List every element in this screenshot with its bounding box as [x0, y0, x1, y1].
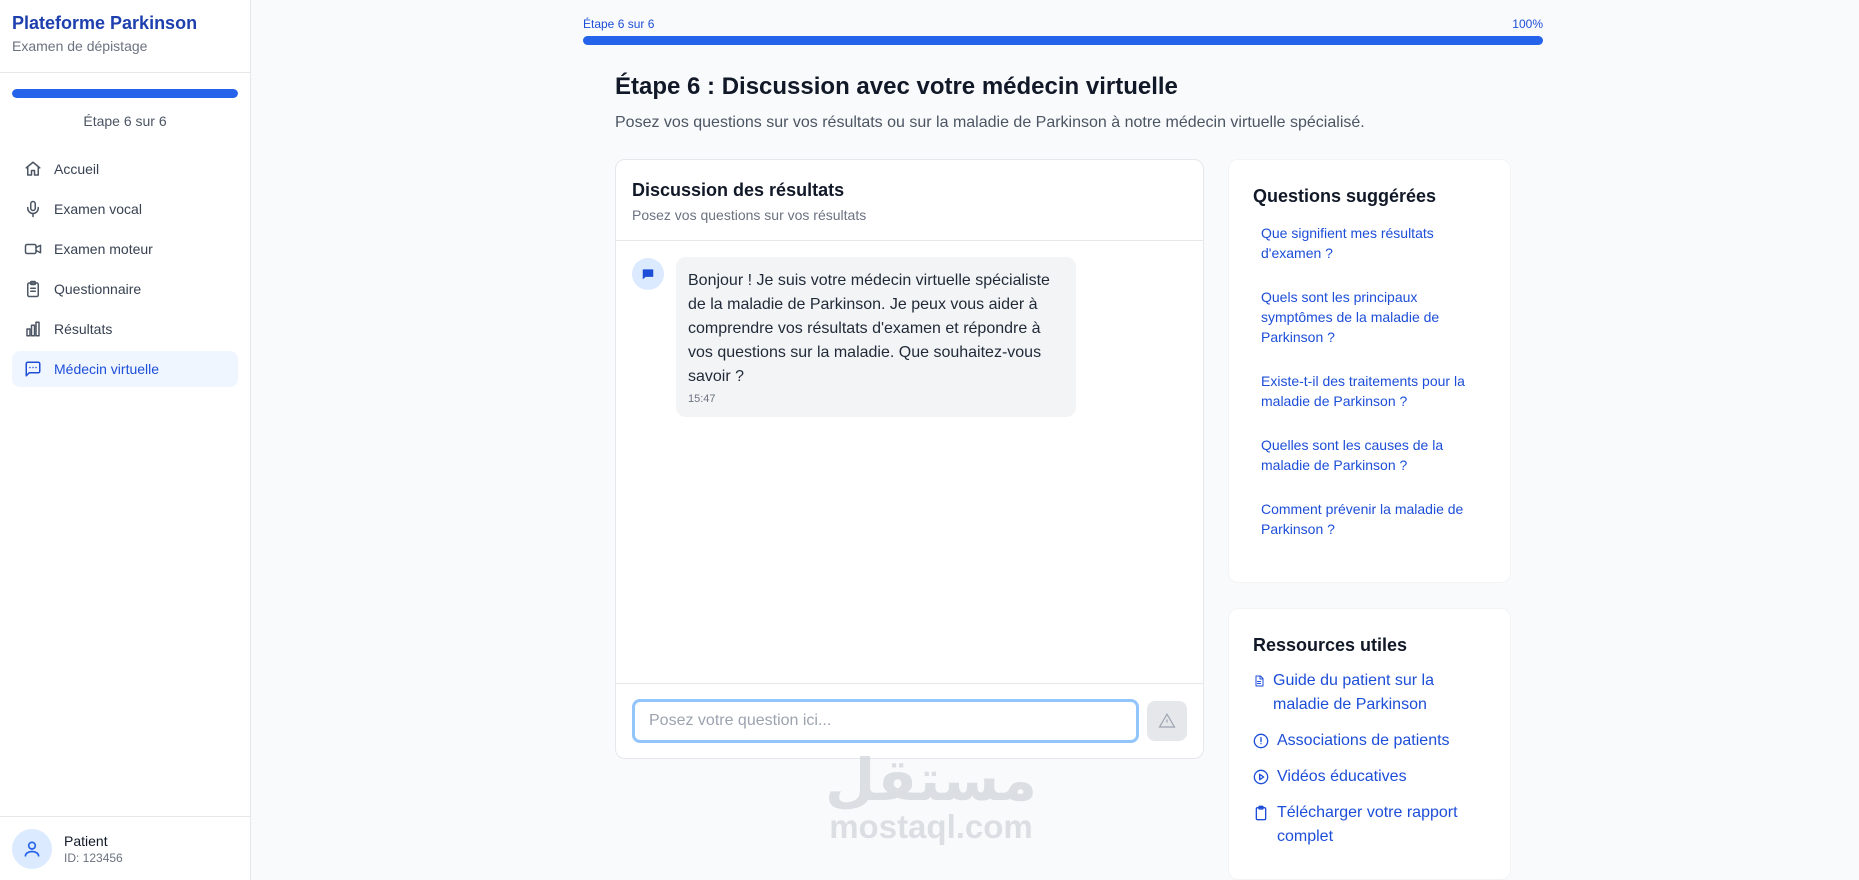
sidebar-item-label: Accueil [54, 161, 100, 177]
sidebar: Plateforme Parkinson Examen de dépistage… [0, 0, 251, 880]
page-title: Étape 6 : Discussion avec votre médecin … [615, 73, 1178, 100]
resource-label: Guide du patient sur la maladie de Parki… [1273, 672, 1434, 713]
resource-link-download-report[interactable]: Télécharger votre rapport complet [1253, 801, 1486, 849]
message-text: Bonjour ! Je suis votre médecin virtuell… [688, 272, 1050, 385]
sidebar-item-label: Médecin virtuelle [54, 361, 160, 377]
resource-link-videos[interactable]: Vidéos éducatives [1253, 765, 1486, 789]
warning-triangle-icon [1158, 713, 1176, 728]
resource-label: Associations de patients [1277, 732, 1450, 749]
sidebar-item-label: Résultats [54, 321, 113, 337]
suggested-question[interactable]: Comment prévenir la maladie de Parkinson… [1253, 499, 1486, 539]
resource-label: Télécharger votre rapport complet [1277, 804, 1458, 845]
resource-link-guide[interactable]: Guide du patient sur la maladie de Parki… [1253, 669, 1486, 717]
suggested-questions-list: Que signifient mes résultats d'examen ? … [1253, 223, 1486, 539]
sidebar-item-accueil[interactable]: Accueil [12, 151, 238, 187]
resource-label: Vidéos éducatives [1277, 768, 1407, 785]
top-progress-percent: 100% [1512, 17, 1543, 31]
brand-title[interactable]: Plateforme Parkinson [12, 12, 238, 34]
top-progress-labels: Étape 6 sur 6 100% [583, 17, 1543, 31]
bar-chart-icon [26, 321, 40, 337]
resource-link-associations[interactable]: Associations de patients [1253, 729, 1486, 753]
sidebar-item-questionnaire[interactable]: Questionnaire [12, 271, 238, 307]
sidebar-item-medecin-virtuelle[interactable]: Médecin virtuelle [12, 351, 238, 387]
chat-header: Discussion des résultats Posez vos quest… [616, 160, 1203, 241]
chat-bubble-icon [642, 269, 654, 280]
bot-message: Bonjour ! Je suis votre médecin virtuell… [676, 257, 1076, 417]
sidebar-nav: Accueil Examen vocal Examen moteur Quest… [0, 151, 250, 387]
alert-circle-icon [1253, 733, 1269, 749]
chat-subtitle: Posez vos questions sur vos résultats [632, 207, 867, 223]
sidebar-item-resultats[interactable]: Résultats [12, 311, 238, 347]
message-time: 15:47 [688, 393, 716, 405]
brand: Plateforme Parkinson Examen de dépistage [0, 0, 250, 73]
sidebar-progress-bar [12, 89, 238, 98]
sidebar-item-examen-vocal[interactable]: Examen vocal [12, 191, 238, 227]
watermark: مستقل mostaql.com [818, 750, 1044, 844]
sidebar-step-label: Étape 6 sur 6 [83, 113, 167, 129]
chat-input[interactable] [632, 699, 1140, 743]
suggested-question[interactable]: Existe-t-il des traitements pour la mala… [1253, 371, 1486, 411]
user-profile[interactable]: Patient ID: 123456 [0, 816, 251, 880]
clipboard-icon [27, 280, 39, 298]
suggested-questions-panel: Questions suggérées Que signifient mes r… [1228, 159, 1511, 583]
chat-card: Discussion des résultats Posez vos quest… [615, 159, 1204, 759]
sidebar-item-label: Examen moteur [54, 241, 153, 257]
suggested-question[interactable]: Quelles sont les causes de la maladie de… [1253, 435, 1486, 475]
watermark-latin: mostaql.com [829, 808, 1033, 845]
page-description: Posez vos questions sur vos résultats ou… [615, 114, 1365, 131]
user-info: Patient ID: 123456 [64, 833, 123, 865]
resources-panel: Ressources utiles Guide du patient sur l… [1228, 608, 1511, 880]
top-progress: Étape 6 sur 6 100% [583, 17, 1543, 45]
microphone-icon [27, 200, 39, 218]
brand-subtitle: Examen de dépistage [12, 38, 148, 54]
message-icon [25, 361, 41, 377]
chat-title: Discussion des résultats [632, 180, 845, 200]
home-icon [25, 161, 41, 176]
user-icon [24, 841, 40, 857]
watermark-arabic: مستقل [824, 746, 1038, 814]
resources-title: Ressources utiles [1253, 635, 1408, 655]
sidebar-progress-fill [12, 89, 238, 98]
document-icon [1255, 675, 1264, 687]
top-progress-fill [583, 36, 1543, 45]
suggested-question[interactable]: Quels sont les principaux symptômes de l… [1253, 287, 1486, 347]
top-progress-bar [583, 36, 1543, 45]
send-button[interactable] [1147, 701, 1187, 741]
sidebar-item-examen-moteur[interactable]: Examen moteur [12, 231, 238, 267]
video-icon [24, 243, 42, 255]
resources-list: Guide du patient sur la maladie de Parki… [1253, 669, 1486, 849]
sidebar-item-label: Examen vocal [54, 201, 142, 217]
sidebar-item-label: Questionnaire [54, 281, 142, 297]
suggested-question[interactable]: Que signifient mes résultats d'examen ? [1253, 223, 1486, 263]
user-id: ID: 123456 [64, 850, 123, 865]
avatar [12, 828, 52, 869]
top-progress-step: Étape 6 sur 6 [583, 17, 655, 31]
chat-messages[interactable]: Bonjour ! Je suis votre médecin virtuell… [616, 241, 1203, 683]
user-name: Patient [64, 832, 108, 849]
clipboard-icon [1255, 805, 1267, 821]
play-circle-icon [1253, 769, 1269, 785]
bot-avatar [632, 258, 664, 290]
suggested-questions-title: Questions suggérées [1253, 186, 1437, 206]
